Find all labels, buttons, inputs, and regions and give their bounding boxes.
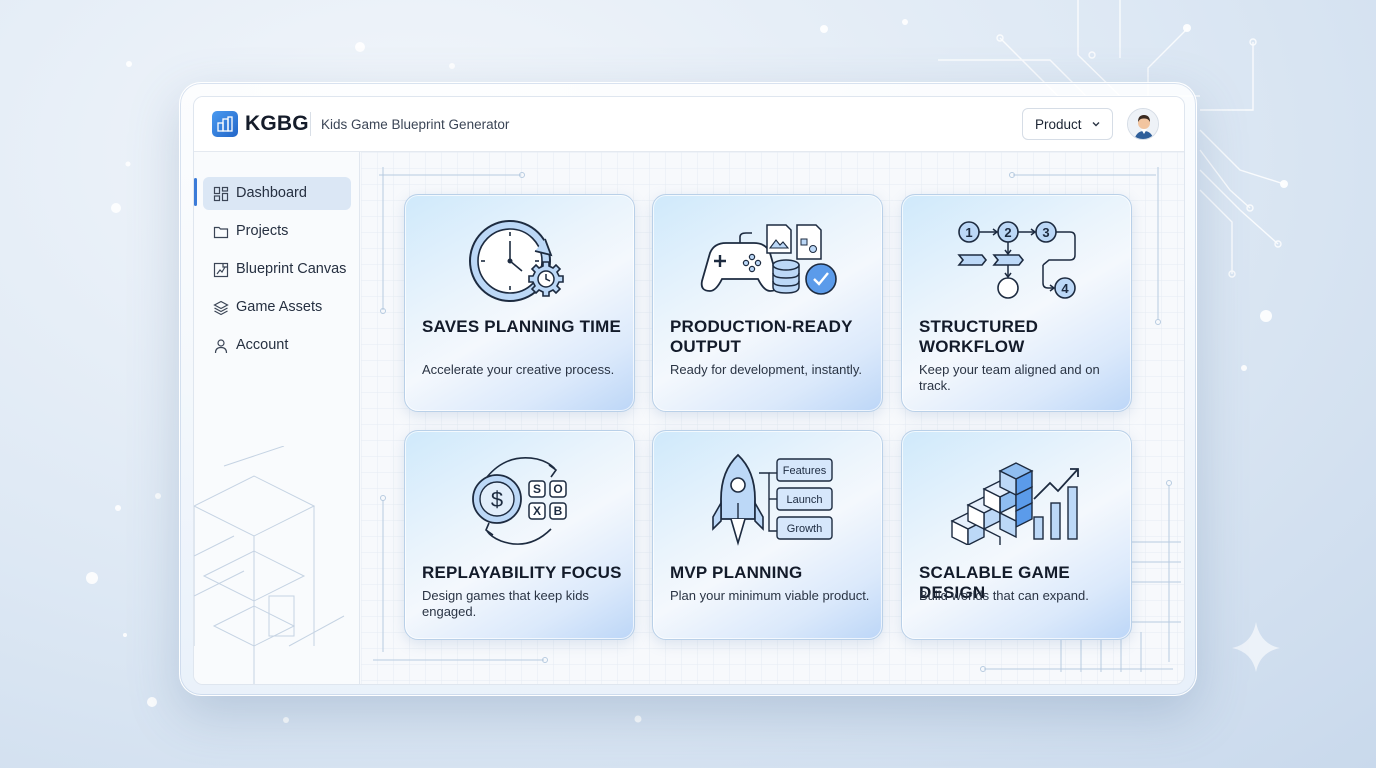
flow-step-label: 4 (1061, 281, 1069, 296)
card-description: Keep your team aligned and on track. (919, 362, 1100, 393)
brand-name[interactable]: KGBG (245, 112, 309, 136)
coin-cycle-icon: $ S O X B (472, 457, 567, 545)
brand-divider (310, 112, 311, 136)
gamepad-files-icon (700, 224, 837, 295)
sidebar-item-label: Dashboard (236, 185, 307, 201)
card-title: REPLAYABILITY FOCUS (422, 563, 622, 582)
feature-card-scalable-game-design[interactable]: SCALABLE GAME DESIGN Build worlds that c… (901, 430, 1132, 640)
flow-step-label: 2 (1004, 225, 1011, 240)
card-description: Plan your minimum viable product. (670, 588, 870, 603)
logo-icon[interactable] (212, 111, 238, 137)
sidebar-item-projects[interactable]: Projects (203, 215, 351, 248)
card-description: Ready for development, instantly. (670, 362, 862, 377)
tile-label: B (554, 504, 563, 518)
sidebar-item-label: Account (236, 337, 289, 353)
tile-label: O (553, 482, 562, 496)
sidebar-item-game-assets[interactable]: Game Assets (203, 291, 351, 324)
tile-label: X (533, 504, 541, 518)
tile-label: S (533, 482, 541, 496)
product-dropdown-label: Product (1035, 116, 1082, 132)
card-title: PRODUCTION-READY OUTPUT (670, 317, 853, 356)
layers-icon (213, 300, 229, 316)
feature-card-saves-planning-time[interactable]: SAVES PLANNING TIME Accelerate your crea… (404, 194, 635, 412)
active-indicator (194, 178, 197, 206)
coin-symbol: $ (491, 487, 503, 512)
feature-card-structured-workflow[interactable]: 1 2 3 4 STRUCTURED WORKFLOW Keep your te… (901, 194, 1132, 412)
card-title: STRUCTURED WORKFLOW (919, 317, 1039, 356)
mvp-stage-label: Launch (786, 494, 822, 506)
feature-card-replayability-focus[interactable]: $ S O X B REPLAYABILITY FOCUS Design gam… (404, 430, 635, 640)
cubes-chart-icon (950, 462, 1079, 545)
card-description: Design games that keep kids engaged. (422, 588, 589, 619)
sidebar: Dashboard Projects Blueprint Canvas Game… (194, 152, 360, 684)
product-dropdown[interactable]: Product (1022, 108, 1113, 140)
sidebar-item-account[interactable]: Account (203, 329, 351, 362)
feature-card-production-ready-output[interactable]: PRODUCTION-READY OUTPUT Ready for develo… (652, 194, 883, 412)
chevron-down-icon (1092, 122, 1100, 127)
mvp-stage-label: Features (783, 465, 827, 477)
dashboard-icon (213, 186, 229, 202)
flow-step-label: 3 (1042, 225, 1049, 240)
card-description: Build worlds that can expand. (919, 588, 1089, 603)
blueprint-icon (213, 262, 229, 278)
sidebar-item-label: Game Assets (236, 299, 323, 315)
folder-icon (213, 226, 229, 239)
sidebar-item-label: Blueprint Canvas (236, 261, 347, 277)
user-icon (214, 339, 228, 354)
top-bar: KGBG Kids Game Blueprint Generator Produ… (194, 97, 1184, 152)
sidebar-item-dashboard[interactable]: Dashboard (203, 177, 351, 210)
sidebar-item-label: Projects (236, 223, 289, 239)
flowchart-icon: 1 2 3 4 (957, 221, 1076, 299)
feature-card-mvp-planning[interactable]: Features Launch Growth MVP PLANNING Plan… (652, 430, 883, 640)
card-description: Accelerate your creative process. (422, 362, 615, 377)
sidebar-blueprint-decoration (194, 446, 345, 684)
avatar[interactable] (1127, 108, 1159, 140)
rocket-icon: Features Launch Growth (712, 453, 833, 546)
card-title: SAVES PLANNING TIME (422, 317, 622, 336)
flow-step-label: 1 (965, 225, 972, 240)
clock-gear-icon (469, 220, 564, 302)
sidebar-item-blueprint-canvas[interactable]: Blueprint Canvas (203, 253, 351, 286)
mvp-stage-label: Growth (787, 523, 822, 535)
card-title: MVP PLANNING (670, 563, 803, 582)
app-subtitle: Kids Game Blueprint Generator (321, 117, 510, 132)
